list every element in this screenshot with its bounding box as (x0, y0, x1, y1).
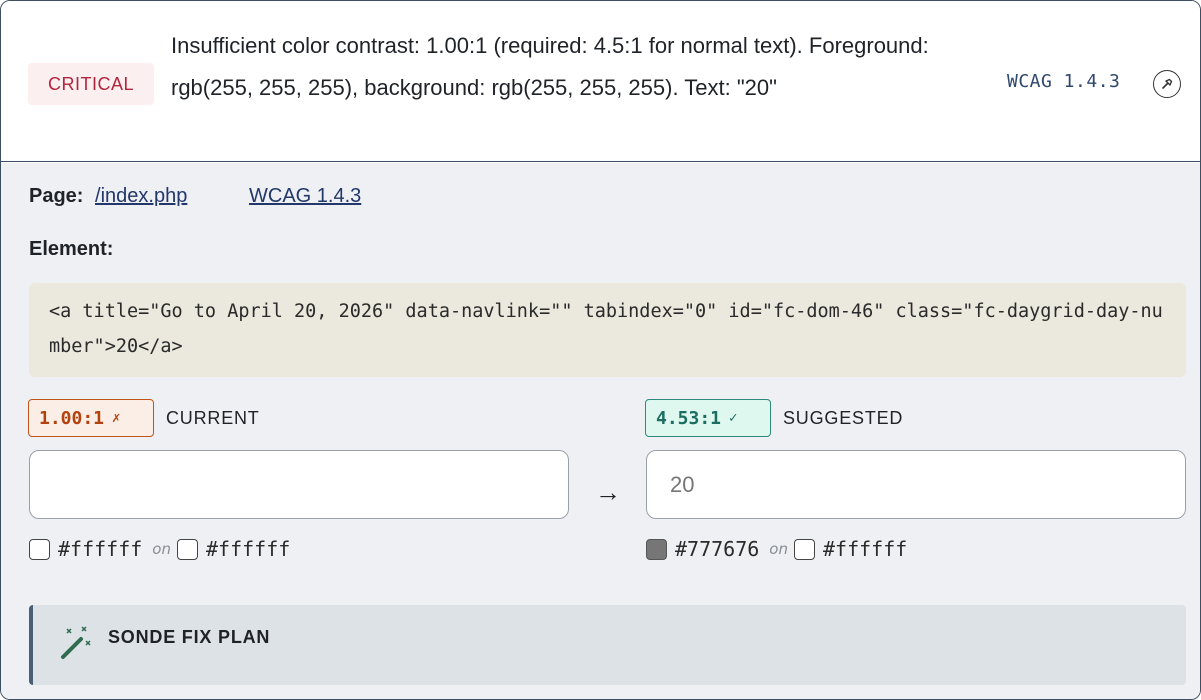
issue-description: Insufficient color contrast: 1.00:1 (req… (171, 33, 929, 100)
fail-icon: ✗ (112, 410, 121, 426)
current-ratio-value: 1.00:1 (39, 407, 105, 429)
pin-button[interactable] (1153, 70, 1181, 98)
suggested-preview: 20 (646, 450, 1186, 519)
fix-plan-panel: SONDE FIX PLAN (29, 605, 1186, 685)
magic-wand-icon (61, 626, 91, 659)
element-label: Element: (29, 238, 114, 260)
suggested-colors: #777676 on #ffffff (646, 537, 907, 561)
wcag-tag: WCAG 1.4.3 (1007, 71, 1121, 92)
current-colors: #ffffff on #ffffff (29, 537, 290, 561)
foreground-swatch (646, 538, 667, 560)
pin-icon (1162, 78, 1173, 89)
current-background-hex: #ffffff (205, 537, 291, 561)
meta-row: Page: /index.php WCAG 1.4.3 (29, 185, 361, 208)
issue-header[interactable]: CRITICAL Insufficient color contrast: 1.… (1, 1, 1200, 162)
suggested-label: SUGGESTED (783, 408, 904, 428)
current-preview: 20 (29, 450, 569, 519)
suggested-background-hex: #ffffff (822, 537, 908, 561)
arrow-icon: → (595, 477, 621, 507)
current-foreground-hex: #ffffff (58, 537, 143, 561)
suggested-foreground-hex: #777676 (675, 537, 760, 561)
page-link[interactable]: /index.php (95, 185, 187, 207)
page-label: Page: (29, 185, 84, 207)
severity-badge: CRITICAL (28, 63, 154, 105)
on-label: on (152, 540, 171, 558)
current-ratio-badge: 1.00:1 ✗ (28, 399, 154, 437)
current-label: CURRENT (166, 408, 260, 428)
suggested-ratio-badge: 4.53:1 ✓ (645, 399, 771, 437)
on-label: on (769, 540, 788, 558)
pass-icon: ✓ (729, 410, 738, 426)
element-code: <a title="Go to April 20, 2026" data-nav… (29, 283, 1186, 377)
fix-plan-title: SONDE FIX PLAN (108, 627, 271, 647)
wcag-link[interactable]: WCAG 1.4.3 (249, 185, 361, 208)
foreground-swatch (29, 538, 50, 560)
background-swatch (793, 538, 815, 560)
suggested-ratio-value: 4.53:1 (656, 407, 722, 429)
background-swatch (176, 538, 198, 560)
issue-card: CRITICAL Insufficient color contrast: 1.… (0, 0, 1201, 700)
